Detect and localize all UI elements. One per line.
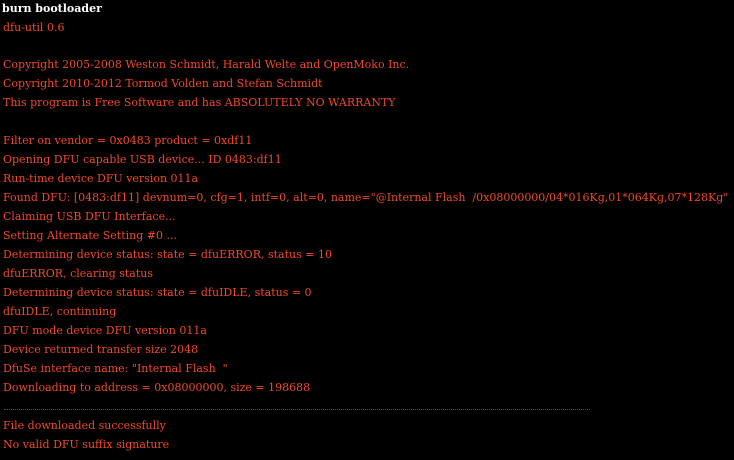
console-line: DfuSe interface name: "Internal Flash " [3,362,228,375]
console-line: dfuERROR, clearing status [3,267,154,280]
console-line: Downloading to address = 0x08000000, siz… [3,381,311,394]
console-line: Determining device status: state = dfuID… [3,286,312,299]
console-line: Claiming USB DFU Interface... [3,210,176,223]
console-line: No valid DFU suffix signature [3,438,170,451]
console-line: File downloaded successfully [3,419,166,432]
console-line: dfuIDLE, continuing [3,305,117,318]
console-line: Device returned transfer size 2048 [3,343,199,356]
console-line: Run-time device DFU version 011a [3,172,199,185]
console-line: This program is Free Software and has AB… [3,96,396,109]
console-line: Filter on vendor = 0x0483 product = 0xdf… [3,134,253,147]
console-line: Found DFU: [0483:df11] devnum=0, cfg=1, … [3,191,729,204]
console-title: burn bootloader [2,2,102,15]
console-window[interactable]: burn bootloader dfu-util 0.6 Copyright 2… [0,0,734,460]
console-line: Determining device status: state = dfuER… [3,248,332,261]
progress-dots [4,409,590,410]
console-line: dfu-util 0.6 [3,21,65,34]
console-line: Opening DFU capable USB device... ID 048… [3,153,282,166]
console-line: Setting Alternate Setting #0 ... [3,229,177,242]
console-line: DFU mode device DFU version 011a [3,324,207,337]
console-line: Copyright 2010-2012 Tormod Volden and St… [3,77,323,90]
console-line: Copyright 2005-2008 Weston Schmidt, Hara… [3,58,410,71]
